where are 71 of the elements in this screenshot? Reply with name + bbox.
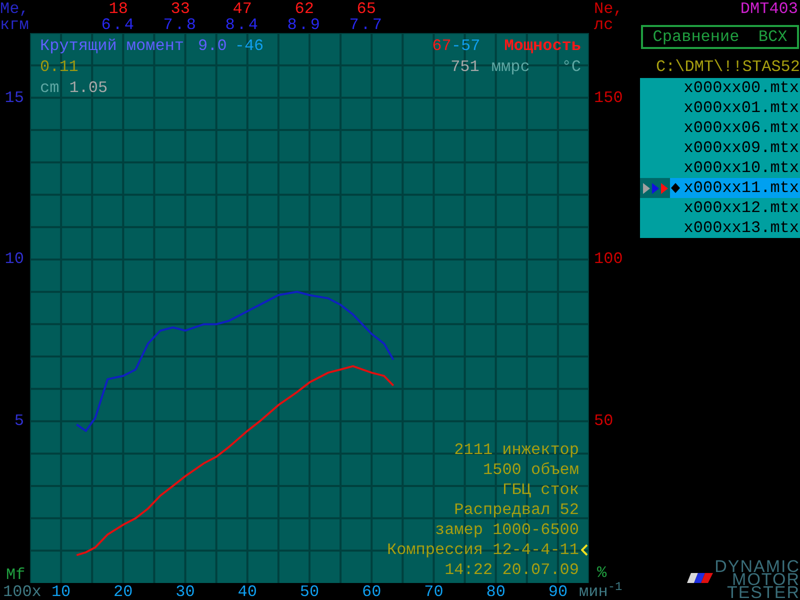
torque-reading: 7.7: [349, 17, 384, 33]
axis-tick-label: 10: [4, 251, 24, 268]
power-reading: 65: [356, 1, 377, 17]
power-reading: 33: [170, 1, 191, 17]
note-text: замер 1000-6500: [434, 522, 579, 538]
flag-stripes-icon: [686, 573, 713, 583]
chart-title: Мощность: [504, 38, 581, 54]
file-item[interactable]: x000xx00.mtx: [640, 78, 800, 98]
axis-label: Ne,: [594, 1, 623, 17]
file-item[interactable]: x000xx06.mtx: [640, 118, 800, 138]
file-item[interactable]: x000xx01.mtx: [640, 98, 800, 118]
file-item[interactable]: x000xx09.mtx: [640, 138, 800, 158]
triangle-icon: [642, 182, 650, 194]
device-name: DMT403: [740, 1, 799, 17]
logo-text: DYNAMIC: [714, 560, 800, 573]
compare-button[interactable]: Сравнение ВСХ: [641, 25, 799, 49]
axis-tick-label: 40: [238, 584, 257, 600]
logo-text: TESTER: [726, 586, 800, 599]
note-text: 2111 инжектор: [454, 442, 579, 458]
axis-unit: %: [597, 565, 607, 581]
chevron-left-icon: [580, 544, 588, 556]
file-item[interactable]: x000xx10.mtx: [640, 158, 800, 178]
temperature-value: 751: [450, 59, 480, 75]
axis-tick-label: 50: [594, 413, 614, 430]
max-rpm: -46: [234, 38, 264, 54]
max-value: 67: [432, 38, 452, 54]
value-text: 0.11: [40, 59, 78, 75]
file-item[interactable]: x000xx11.mtx: [640, 178, 800, 198]
axis-unit: мин$^{-1}$: [579, 584, 622, 600]
note-text: 1500 объем: [482, 462, 579, 478]
power-reading: 47: [232, 1, 253, 17]
note-text: Компрессия 12-4-4-11: [386, 542, 579, 558]
axis-tick-label: 5: [14, 413, 24, 430]
value-label: ммрс: [491, 59, 530, 75]
note-text: Распредвал 52: [454, 502, 579, 518]
axis-tick-label: 30: [176, 584, 195, 600]
axis-tick-label: 90: [548, 584, 568, 600]
axis-factor: 100x: [3, 584, 42, 600]
value-text: 1.05: [69, 80, 108, 96]
axis-tick-label: 70: [424, 584, 444, 600]
torque-reading: 8.4: [225, 17, 260, 33]
axis-label: Mf: [6, 567, 26, 583]
power-reading: 62: [294, 1, 315, 17]
value-label: cm: [40, 80, 60, 96]
axis-tick-label: 50: [300, 584, 320, 600]
axis-unit: кгм: [0, 17, 29, 33]
axis-unit: лс: [594, 17, 614, 33]
torque-reading: 7.8: [163, 17, 198, 33]
axis-tick-label: 10: [51, 584, 71, 600]
note-text: 14:22 20.07.09: [444, 562, 579, 578]
note-text: ГБЦ сток: [502, 482, 579, 498]
file-item[interactable]: x000xx12.mtx: [640, 198, 800, 218]
temperature-unit: °C: [562, 59, 581, 75]
axis-tick-label: 100: [594, 251, 623, 268]
axis-tick-label: 15: [4, 90, 24, 106]
torque-reading: 6.4: [101, 17, 136, 33]
chart-title: Крутящий момент: [40, 38, 184, 54]
triangle-icon: [660, 182, 668, 194]
folder-path: C:\DMT\!!STAS52: [656, 59, 800, 75]
max-rpm: -57: [451, 38, 480, 54]
axis-tick-label: 60: [362, 584, 382, 600]
axis-tick-label: 20: [114, 584, 133, 600]
axis-label: Me,: [0, 1, 29, 17]
power-reading: 18: [108, 1, 129, 17]
torque-reading: 8.9: [287, 17, 322, 33]
max-value: 9.0: [198, 38, 227, 54]
triangle-icon: [652, 182, 658, 194]
axis-tick-label: 80: [486, 584, 506, 600]
logo-text: MOTOR: [732, 573, 800, 586]
axis-tick-label: 150: [594, 90, 623, 106]
file-item[interactable]: x000xx13.mtx: [640, 218, 800, 238]
